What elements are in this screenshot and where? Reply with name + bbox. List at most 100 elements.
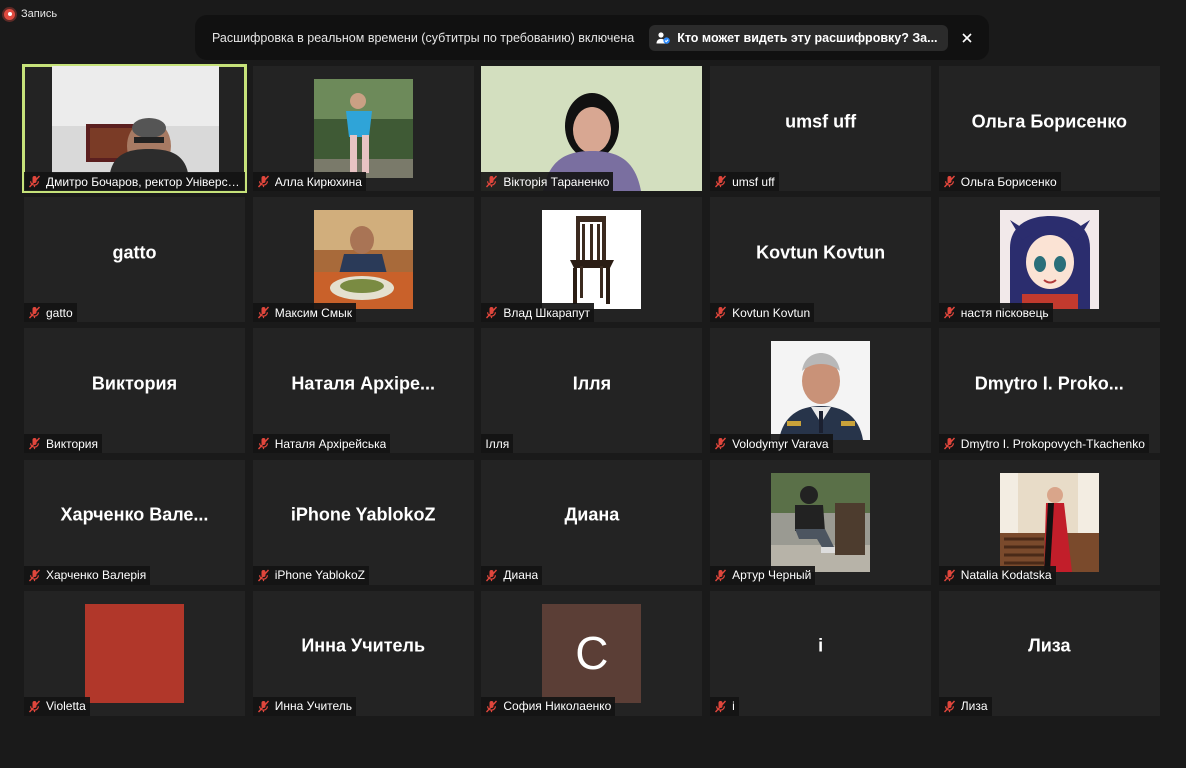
participant-label-text: Инна Учитель [274, 699, 353, 714]
participant-tile[interactable]: Ілля Ілля [481, 328, 703, 454]
participant-label-text: Диана [503, 568, 539, 583]
muted-mic-icon [486, 175, 498, 188]
participant-tile[interactable]: Максим Смык [252, 197, 474, 323]
participant-avatar: C [542, 603, 642, 703]
participant-tile[interactable]: Dmytro I. Proko... Dmytro I. Prokopovych-… [938, 328, 1160, 454]
participant-display-name: umsf uff [785, 111, 857, 131]
participant-name-label: Violetta [24, 696, 90, 716]
muted-mic-icon [486, 569, 498, 582]
participant-name-label: Максим Смык [252, 303, 356, 323]
muted-mic-icon [943, 175, 955, 188]
participant-tile[interactable]: Наталя Архіре... Наталя Архірейська [252, 328, 474, 454]
participant-name-label: Volodymyr Varava [710, 434, 833, 454]
participant-label-text: Влад Шкарапут [503, 305, 590, 320]
participant-tile[interactable]: umsf uff umsf uff [710, 66, 932, 191]
muted-mic-icon [715, 175, 727, 188]
participant-display-name: Виктория [91, 373, 178, 394]
muted-mic-icon [257, 700, 269, 713]
participant-tile[interactable]: Вікторія Тараненко [481, 66, 703, 191]
participant-tile[interactable]: Диана Диана [481, 459, 703, 585]
banner-close-button[interactable] [957, 28, 977, 48]
participant-name-label: София Николаенко [481, 696, 616, 716]
participant-name-label: настя пісковець [938, 303, 1053, 323]
participant-display-name: Харченко Вале... [60, 504, 209, 525]
participant-name-label: Харченко Валерія [24, 565, 151, 585]
muted-mic-icon [715, 437, 727, 450]
participant-name-label: Лиза [938, 696, 992, 716]
muted-mic-icon [28, 569, 41, 582]
participant-tile[interactable]: Дмитро Бочаров, ректор Університе... [22, 64, 247, 193]
muted-mic-icon [257, 437, 269, 450]
participant-tile[interactable]: Volodymyr Varava [710, 328, 932, 454]
participant-label-text: iPhone YablokoZ [274, 568, 365, 583]
gallery-grid: Дмитро Бочаров, ректор Університе... Алла… [22, 64, 1160, 716]
muted-mic-icon [715, 306, 727, 319]
record-icon [4, 8, 15, 20]
participant-label-text: i [732, 699, 735, 714]
participant-tile[interactable]: iPhone YablokoZ iPhone YablokoZ [252, 459, 474, 585]
participant-name-label: Дмитро Бочаров, ректор Університе... [24, 172, 245, 191]
participant-tile[interactable]: Ольга Борисенко Ольга Борисенко [938, 66, 1160, 191]
muted-mic-icon [943, 700, 955, 713]
participant-display-name: Наталя Архіре... [291, 373, 435, 394]
muted-mic-icon [28, 700, 41, 713]
participant-label-text: Kovtun Kovtun [732, 305, 811, 320]
transcript-banner-text: Расшифровка в реальном времени (субтитры… [212, 30, 635, 45]
participant-tile[interactable]: настя пісковець [938, 197, 1160, 323]
participant-name-label: Dmytro I. Prokopovych-Tkachenko [938, 434, 1149, 454]
participant-tile[interactable]: Алла Кирюхина [252, 66, 474, 191]
participant-name-label: Артур Черный [710, 565, 816, 585]
participant-label-text: Dmytro I. Prokopovych-Tkachenko [960, 436, 1145, 451]
participant-initial: C [575, 627, 609, 680]
participant-display-name: Ілля [572, 373, 612, 394]
recording-indicator[interactable]: Запись [4, 6, 57, 22]
participant-name-label: i [710, 696, 739, 716]
participant-name-label: Наталя Архірейська [252, 434, 391, 454]
participant-label-text: Алла Кирюхина [274, 174, 362, 189]
participant-display-name: iPhone YablokoZ [290, 504, 436, 525]
participant-name-label: Natalia Kodatska [938, 565, 1056, 585]
participant-name-label: gatto [24, 303, 77, 323]
participant-tile[interactable]: Харченко Вале... Харченко Валерія [24, 459, 245, 585]
participant-label-text: Вікторія Тараненко [503, 174, 610, 189]
participant-label-text: Наталя Архірейська [274, 436, 387, 451]
participant-tile[interactable]: Инна Учитель Инна Учитель [252, 590, 474, 716]
participant-display-name: Kovtun Kovtun [756, 242, 886, 263]
participant-avatar [85, 603, 184, 703]
who-can-see-label: Кто может видеть эту расшифровку? За... [677, 30, 938, 45]
participant-name-label: iPhone YablokoZ [252, 565, 369, 585]
muted-mic-icon [257, 569, 269, 582]
participant-name-label: Инна Учитель [252, 696, 357, 716]
participant-display-name: Dmytro I. Proko... [974, 373, 1124, 394]
participant-name-label: Виктория [24, 434, 103, 454]
muted-mic-icon [257, 175, 269, 188]
participant-tile[interactable]: Влад Шкарапут [481, 197, 703, 323]
participant-display-name: Лиза [1028, 635, 1071, 656]
participant-name-label: umsf uff [710, 172, 779, 191]
participant-tile[interactable]: Виктория Виктория [24, 328, 245, 454]
muted-mic-icon [28, 175, 41, 188]
muted-mic-icon [28, 437, 41, 450]
participant-tile[interactable]: Лиза Лиза [938, 590, 1160, 716]
participant-tile[interactable]: ii [710, 590, 932, 716]
participant-name-label: Ілля [481, 434, 514, 454]
participant-tile[interactable]: Natalia Kodatska [938, 459, 1160, 585]
participant-tile[interactable]: Артур Черный [710, 459, 932, 585]
who-can-see-transcript-button[interactable]: Кто может видеть эту расшифровку? За... [649, 24, 948, 51]
participant-label-text: Харченко Валерія [46, 568, 147, 583]
participant-tile[interactable]: Kovtun Kovtun Kovtun Kovtun [710, 197, 932, 323]
participant-label-text: umsf uff [732, 174, 775, 189]
muted-mic-icon [943, 306, 955, 319]
participant-tile[interactable]: C София Николаенко [481, 590, 703, 716]
participant-label-text: Дмитро Бочаров, ректор Університе... [46, 174, 241, 189]
muted-mic-icon [943, 437, 955, 450]
participant-display-name: Ольга Борисенко [971, 111, 1128, 131]
participant-name-label: Вікторія Тараненко [481, 172, 614, 191]
participant-tile[interactable]: gatto gatto [24, 197, 245, 323]
participant-tile[interactable]: Violetta [24, 590, 245, 716]
participant-name-label: Диана [481, 565, 543, 585]
participant-label-text: Максим Смык [274, 305, 352, 320]
muted-mic-icon [486, 306, 498, 319]
participant-name-label: Алла Кирюхина [252, 172, 366, 191]
muted-mic-icon [28, 306, 41, 319]
